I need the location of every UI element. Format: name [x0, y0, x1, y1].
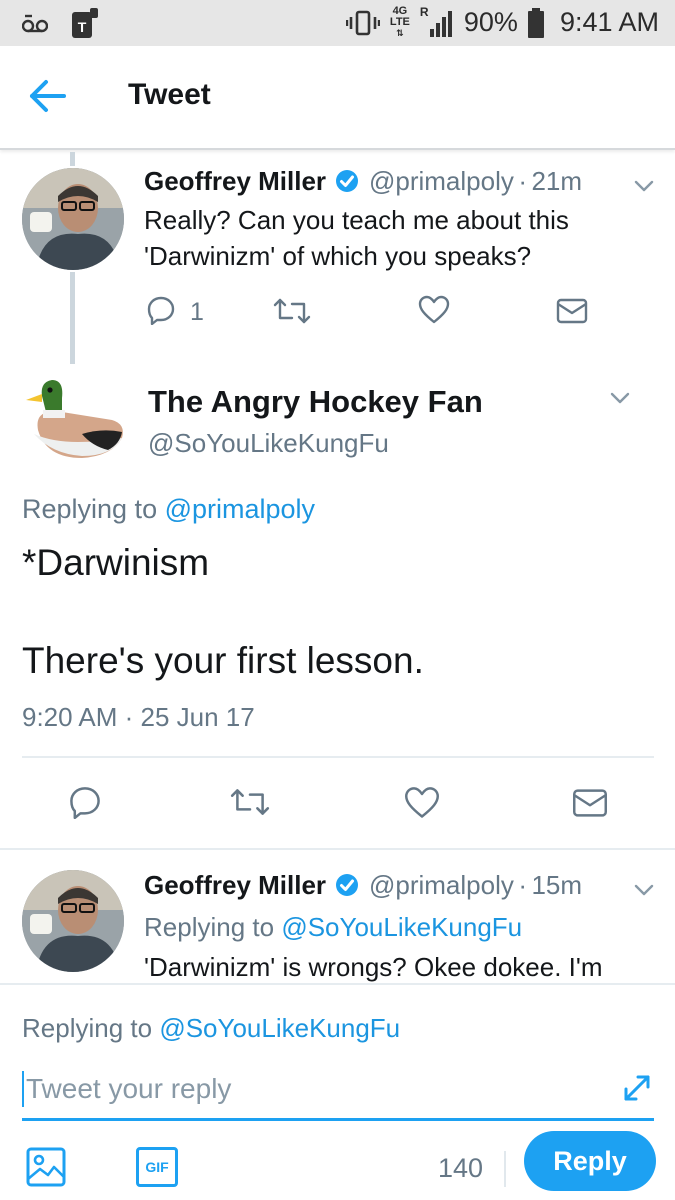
replying-to-link[interactable]: @SoYouLikeKungFu	[159, 1013, 400, 1043]
tweet-reply-input[interactable]: Tweet your reply	[22, 1065, 654, 1121]
tweet-text-line: There's your first lesson.	[22, 640, 424, 681]
tweet-text-line: 'Darwinizm' is wrongs? Okee dokee. I'm	[144, 952, 603, 982]
author-handle[interactable]: @primalpoly	[369, 166, 514, 196]
verified-badge-icon	[335, 874, 358, 896]
avatar-photo-icon	[22, 168, 124, 270]
replying-to-link[interactable]: @SoYouLikeKungFu	[281, 912, 522, 942]
avatar[interactable]	[22, 372, 126, 464]
battery-icon	[527, 7, 544, 38]
divider	[504, 1151, 506, 1187]
like-icon[interactable]	[404, 786, 440, 820]
tweet-timestamp: 9:20 AM · 25 Jun 17	[22, 702, 255, 732]
author-name[interactable]: Geoffrey Miller	[144, 166, 326, 196]
gif-icon[interactable]: GIF	[136, 1147, 178, 1187]
signal-icon	[429, 10, 452, 37]
tmobile-app-icon: T	[72, 8, 98, 38]
tweet-text-line: *Darwinism	[22, 542, 210, 583]
like-icon[interactable]	[418, 295, 450, 325]
chevron-down-icon[interactable]	[610, 392, 630, 404]
author-handle[interactable]: @SoYouLikeKungFu	[148, 428, 389, 459]
battery-percent: 90%	[463, 7, 518, 37]
replying-to: Replying to @SoYouLikeKungFu	[144, 912, 522, 943]
tweet-main: The Angry Hockey Fan @SoYouLikeKungFu Re…	[0, 366, 675, 848]
avatar[interactable]	[22, 870, 124, 972]
tweet-reply[interactable]: Geoffrey Miller @primalpoly · 15m Replyi…	[0, 850, 675, 983]
chevron-down-icon[interactable]	[634, 180, 654, 192]
text-cursor	[22, 1071, 24, 1107]
back-arrow-icon[interactable]	[28, 78, 68, 114]
network-type: 4G LTE ⇅	[389, 5, 410, 39]
reply-count: 1	[190, 298, 204, 326]
replying-to-link[interactable]: @primalpoly	[165, 494, 315, 524]
tweet-time[interactable]: 21m	[531, 166, 582, 196]
voicemail-icon	[22, 14, 48, 33]
replying-to: Replying to @primalpoly	[22, 494, 315, 525]
vibrate-icon	[345, 10, 380, 35]
tweet-text: Really? Can you teach me about this 'Dar…	[144, 202, 569, 274]
tweet-parent[interactable]: Geoffrey Miller @primalpoly · 21m Really…	[0, 152, 675, 366]
reply-icon[interactable]	[68, 785, 102, 819]
replying-prefix: Replying to	[22, 1013, 153, 1043]
replying-prefix: Replying to	[22, 494, 158, 524]
reply-button[interactable]: Reply	[524, 1131, 656, 1191]
retweet-icon[interactable]	[229, 786, 271, 818]
tweet-text-line: 'Darwinizm' of which you speaks?	[144, 241, 532, 271]
retweet-icon[interactable]	[272, 296, 312, 326]
avatar[interactable]	[22, 168, 124, 270]
page-title: Tweet	[128, 78, 211, 111]
tweet-text-line: Really? Can you teach me about this	[144, 205, 569, 235]
replying-prefix: Replying to	[144, 912, 275, 942]
clock: 9:41 AM	[559, 7, 659, 37]
verified-badge-icon	[335, 170, 358, 192]
dot-separator: ·	[518, 870, 527, 900]
author-name[interactable]: Geoffrey Miller	[144, 870, 326, 900]
divider	[22, 756, 654, 758]
app-header: Tweet	[0, 46, 675, 150]
dot-separator: ·	[518, 166, 527, 196]
svg-text:T: T	[78, 19, 87, 35]
image-icon[interactable]	[26, 1147, 66, 1187]
character-count: 140	[438, 1153, 484, 1183]
direct-message-icon[interactable]	[572, 788, 608, 818]
signal-strength: R	[420, 5, 454, 39]
author-handle[interactable]: @primalpoly	[369, 870, 514, 900]
replying-to: Replying to @SoYouLikeKungFu	[22, 1013, 400, 1044]
chevron-down-icon[interactable]	[634, 884, 654, 896]
tweet-time[interactable]: 15m	[531, 870, 582, 900]
reply-icon[interactable]	[146, 295, 176, 325]
direct-message-icon[interactable]	[556, 298, 588, 324]
expand-icon[interactable]	[622, 1073, 652, 1103]
reply-placeholder: Tweet your reply	[26, 1073, 232, 1104]
avatar-photo-icon	[22, 870, 124, 972]
author-name[interactable]: The Angry Hockey Fan	[148, 384, 483, 420]
status-bar: T 4G LTE ⇅ R 90% 9:41 AM	[0, 0, 675, 46]
gif-label: GIF	[145, 1159, 169, 1175]
